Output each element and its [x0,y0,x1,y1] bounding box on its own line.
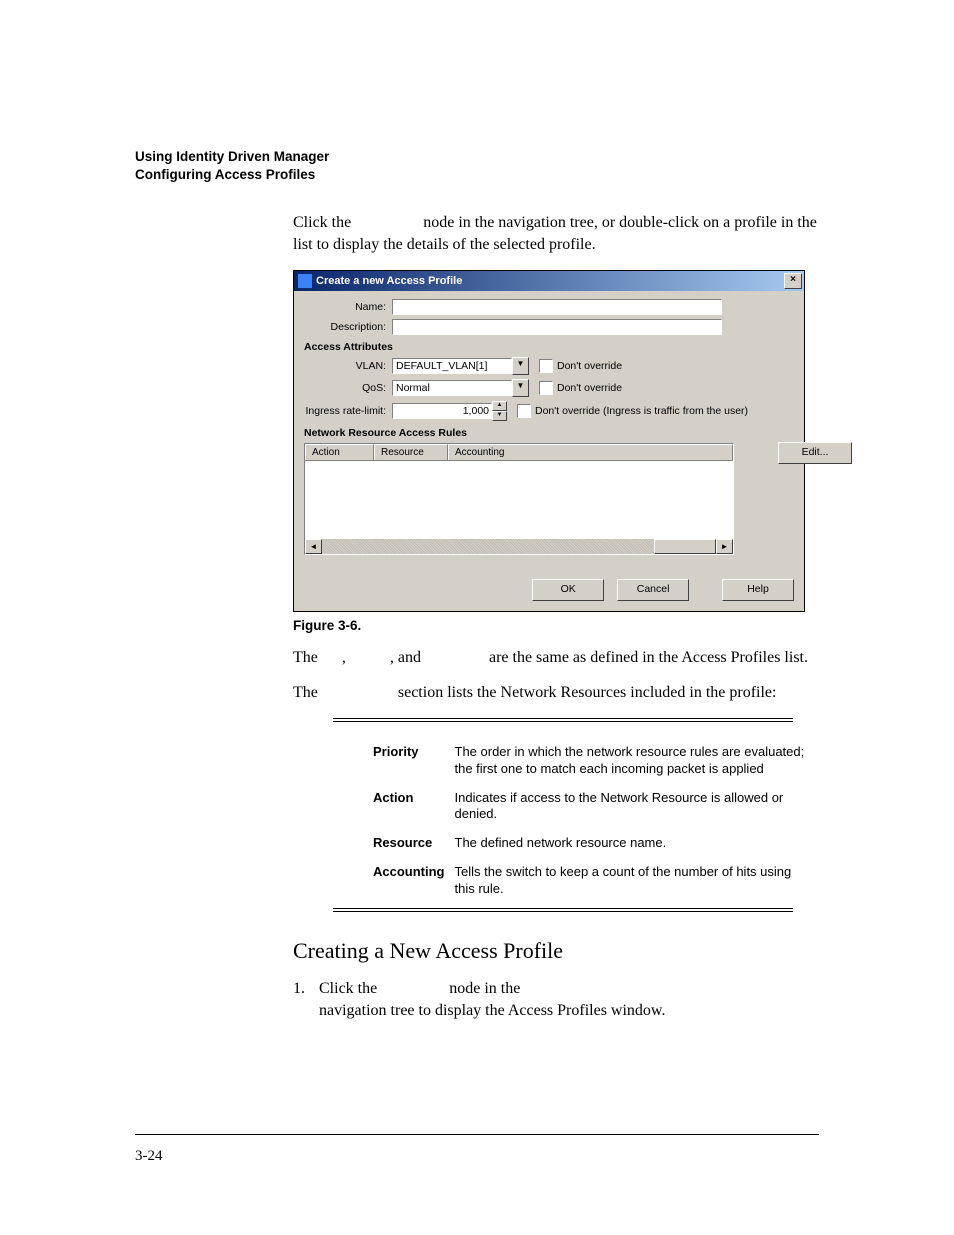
col-resource[interactable]: Resource [374,444,448,460]
list-item: 1.Click the node in the navigation tree … [293,978,819,1021]
vlan-select[interactable] [392,358,512,374]
intro-paragraph: Click the node in the navigation tree, o… [293,212,819,255]
def-accounting: Tells the switch to keep a count of the … [455,858,824,904]
vlan-override-checkbox[interactable] [539,359,553,373]
dialog-titlebar: Create a new Access Profile × [294,271,804,291]
rate-limit-label: Ingress rate-limit: [304,405,392,417]
rate-override-label: Don't override (Ingress is traffic from … [535,405,748,417]
ok-button[interactable]: OK [532,579,604,601]
qos-override-label: Don't override [557,382,622,394]
scroll-left-icon[interactable]: ◄ [305,539,322,554]
description-label: Description: [304,321,392,333]
vlan-override-label: Don't override [557,360,622,372]
header-line-1: Using Identity Driven Manager [135,148,819,166]
access-profile-dialog: Create a new Access Profile × Name: Desc… [293,270,805,612]
col-action[interactable]: Action [305,444,374,460]
chevron-down-icon[interactable]: ▼ [512,379,529,397]
app-icon [298,274,312,288]
rules-list[interactable]: Action Resource Accounting ◄ ► [304,443,734,555]
col-accounting[interactable]: Accounting [448,444,733,460]
cancel-button[interactable]: Cancel [617,579,689,601]
name-label: Name: [304,301,392,313]
qos-select[interactable] [392,380,512,396]
rules-group-label: Network Resource Access Rules [304,427,794,439]
description-input[interactable] [392,319,722,335]
term-priority: Priority [373,738,455,784]
definitions-table: Priority The order in which the network … [333,718,793,912]
access-attributes-group: Access Attributes [304,341,794,353]
table-row: Priority The order in which the network … [373,738,823,784]
header-line-2: Configuring Access Profiles [135,166,819,184]
vlan-label: VLAN: [304,360,392,372]
ordered-list: 1.Click the node in the navigation tree … [293,978,819,1021]
table-row: Action Indicates if access to the Networ… [373,784,823,830]
close-icon[interactable]: × [784,273,802,289]
rate-override-checkbox[interactable] [517,404,531,418]
paragraph-section-lists: The section lists the Network Resources … [293,682,819,704]
edit-button[interactable]: Edit... [778,442,852,464]
term-resource: Resource [373,829,455,858]
page-number: 3-24 [135,1148,163,1165]
section-heading: Creating a New Access Profile [293,938,819,964]
qos-label: QoS: [304,382,392,394]
name-input[interactable] [392,299,722,315]
paragraph-fields-same: The , , and are the same as defined in t… [293,647,819,669]
figure-caption: Figure 3-6. [293,618,819,633]
rules-header: Action Resource Accounting [305,444,733,461]
qos-override-checkbox[interactable] [539,381,553,395]
def-resource: The defined network resource name. [455,829,824,858]
scroll-right-icon[interactable]: ► [716,539,733,554]
term-action: Action [373,784,455,830]
table-row: Accounting Tells the switch to keep a co… [373,858,823,904]
dialog-title: Create a new Access Profile [316,275,784,287]
running-header: Using Identity Driven Manager Configurin… [135,148,819,184]
table-row: Resource The defined network resource na… [373,829,823,858]
help-button[interactable]: Help [722,579,794,601]
footer-rule [135,1134,819,1135]
rate-limit-spinner[interactable]: ▲▼ [492,401,507,421]
def-action: Indicates if access to the Network Resou… [455,784,824,830]
chevron-down-icon[interactable]: ▼ [512,357,529,375]
def-priority: The order in which the network resource … [455,738,824,784]
horizontal-scrollbar[interactable]: ◄ ► [305,539,733,554]
term-accounting: Accounting [373,858,455,904]
rate-limit-input[interactable] [392,403,492,419]
